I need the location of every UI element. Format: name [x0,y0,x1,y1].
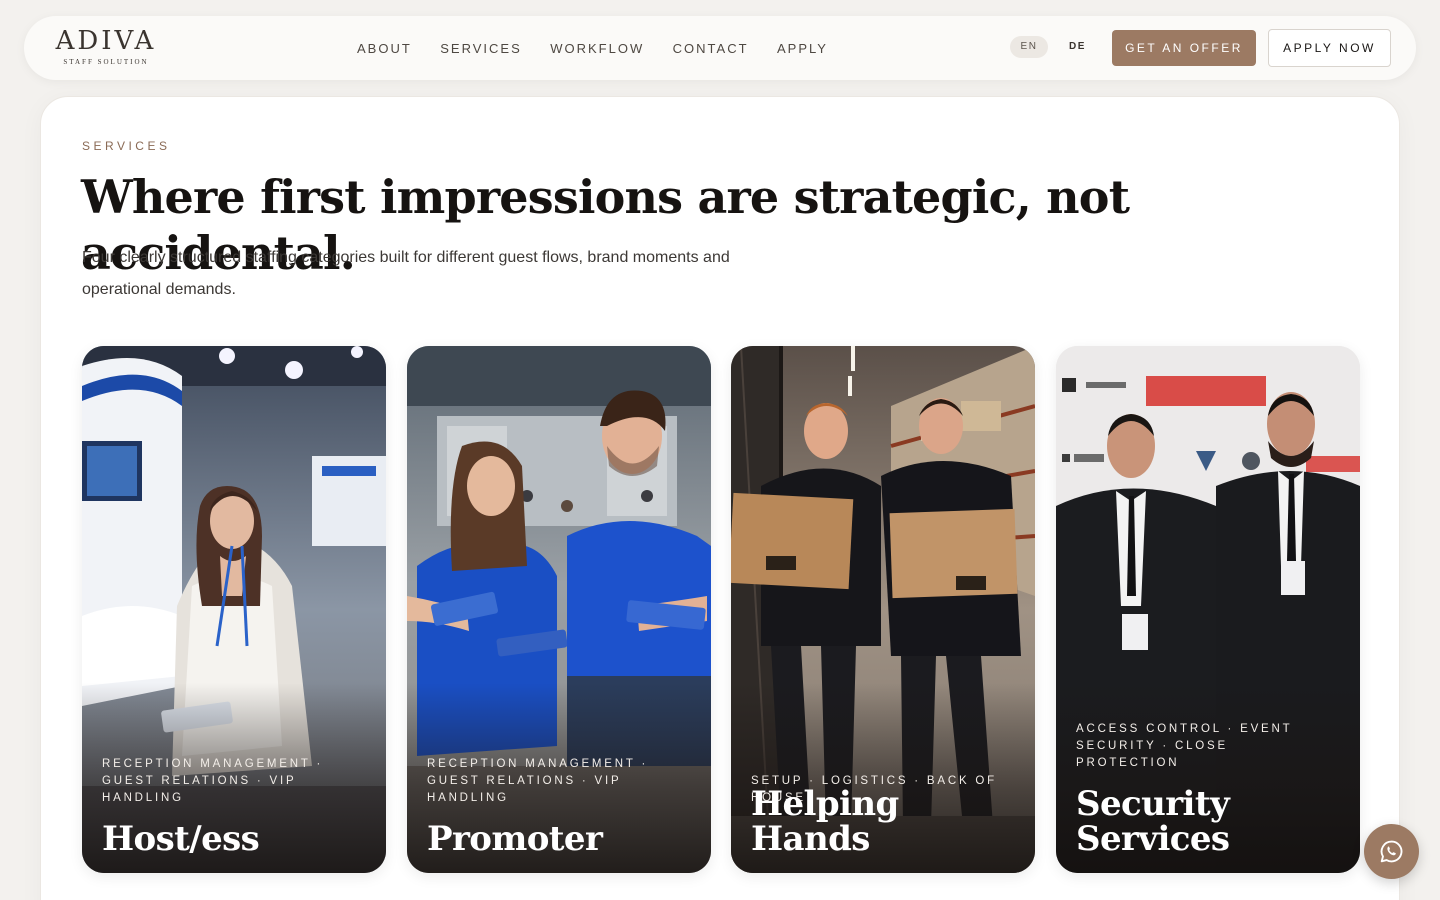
service-card-security[interactable]: ACCESS CONTROL · EVENT SECURITY · CLOSE … [1056,346,1360,873]
brand-logo[interactable]: ADIVA STAFF SOLUTION [50,26,162,72]
nav-item-services[interactable]: SERVICES [440,41,522,57]
nav-item-apply[interactable]: APPLY [777,41,828,57]
card-tags: RECEPTION MANAGEMENT · GUEST RELATIONS ·… [427,758,649,804]
card-title: Promoter [427,819,603,859]
service-card-helping-hands[interactable]: SETUP · LOGISTICS · BACK OF HOUSE Helpin… [731,346,1035,873]
whatsapp-chat-button[interactable] [1364,824,1419,879]
nav-item-workflow[interactable]: WORKFLOW [550,41,644,57]
card-tags: ACCESS CONTROL · EVENT SECURITY · CLOSE … [1076,723,1293,769]
card-title: Helping Hands [751,784,899,859]
language-option-de[interactable]: DE [1058,36,1096,58]
brand-tagline: STAFF SOLUTION [63,58,149,66]
services-section: SERVICES Where first impressions are str… [40,96,1400,900]
section-intro: Four clearly structured staffing categor… [82,249,730,298]
brand-name: ADIVA [55,26,157,56]
nav-item-about[interactable]: ABOUT [357,41,412,57]
site-header: ADIVA STAFF SOLUTION ABOUT SERVICES WORK… [24,16,1416,80]
section-eyebrow: SERVICES [82,139,171,153]
language-switcher: EN DE [1010,36,1102,60]
service-card-hostess[interactable]: RECEPTION MANAGEMENT · GUEST RELATIONS ·… [82,346,386,873]
card-title: Host/ess [102,819,260,859]
nav-item-contact[interactable]: CONTACT [673,41,749,57]
service-card-promoter[interactable]: RECEPTION MANAGEMENT · GUEST RELATIONS ·… [407,346,711,873]
main-nav: ABOUT SERVICES WORKFLOW CONTACT APPLY [357,40,852,56]
language-option-en[interactable]: EN [1010,36,1048,58]
get-offer-button[interactable]: GET AN OFFER [1112,30,1256,66]
apply-now-button[interactable]: APPLY NOW [1268,29,1391,67]
card-tags: RECEPTION MANAGEMENT · GUEST RELATIONS ·… [102,758,324,804]
card-title: Security Services [1076,784,1230,859]
whatsapp-icon [1380,840,1403,863]
